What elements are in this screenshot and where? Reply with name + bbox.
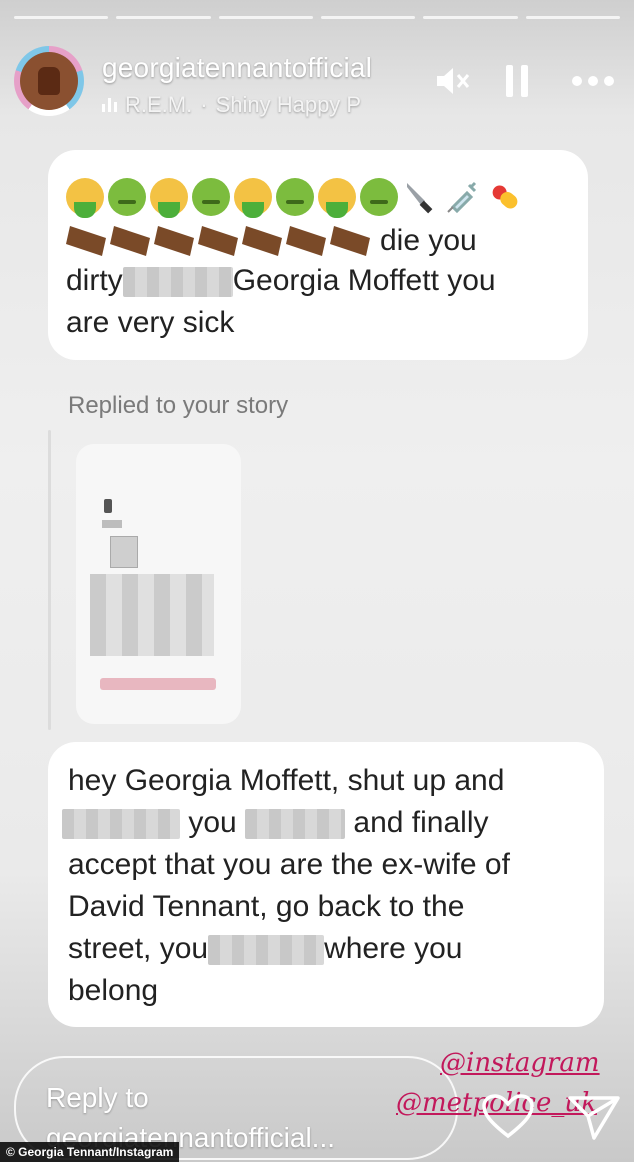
redacted-word: [62, 809, 180, 840]
coffin-emoji-icon: [154, 226, 194, 256]
redacted-word: [208, 935, 325, 966]
mute-button[interactable]: [428, 58, 474, 104]
reply-placeholder-line: Reply to: [46, 1082, 149, 1113]
send-icon[interactable]: [566, 1092, 622, 1142]
message-text: and finally: [353, 806, 489, 839]
message-text: dirty: [66, 264, 123, 297]
phone-icon: [104, 499, 112, 513]
vomit-emoji-icon: [234, 178, 272, 218]
message-line: are very sick: [66, 306, 235, 339]
mention-sticker-instagram[interactable]: @instagram: [440, 1048, 600, 1078]
username[interactable]: georgiatennantofficial: [102, 52, 372, 84]
pause-button[interactable]: [494, 58, 540, 104]
message-text: die you: [380, 224, 477, 257]
message-text: where you: [324, 932, 463, 965]
thumbnail-pink-bar: [100, 678, 216, 690]
quote-divider: [48, 430, 51, 730]
coffin-emoji-icon: [66, 226, 106, 256]
message-line: hey Georgia Moffett, shut up and: [68, 764, 505, 797]
redacted-word: [245, 809, 346, 840]
story-progress: [14, 16, 620, 19]
message-bubble-1: die you dirty Georgia Moffett you are ver…: [48, 150, 588, 360]
vomit-emoji-icon: [318, 178, 356, 218]
thumbnail-blurred-content: [90, 574, 214, 656]
vomit-emoji-icon: [66, 178, 104, 218]
replied-to-story-label: Replied to your story: [68, 392, 289, 419]
thumbnail-detail: [110, 536, 138, 568]
syringe-emoji-icon: [444, 178, 482, 216]
thumbnail-detail: [102, 520, 122, 528]
coffin-emoji-icon: [198, 226, 238, 256]
avatar[interactable]: [14, 46, 84, 116]
message-text: street, you: [68, 932, 209, 965]
pause-icon: [506, 65, 528, 97]
sick-emoji-icon: [108, 178, 146, 216]
image-credit: © Georgia Tennant/Instagram: [0, 1142, 180, 1162]
sick-emoji-icon: [192, 178, 230, 216]
heart-icon[interactable]: [480, 1092, 536, 1142]
message-bubble-2: hey Georgia Moffett, shut up and you and…: [48, 742, 604, 1027]
more-button[interactable]: [570, 58, 616, 104]
emoji-row-1: [66, 178, 524, 218]
more-icon: [572, 76, 614, 86]
message-line: street, you where you: [68, 928, 463, 970]
message-line: dirty Georgia Moffett you: [66, 260, 496, 302]
raised-fist-icon: [38, 67, 60, 95]
message-text: Georgia Moffett you: [232, 264, 496, 297]
music-track: Shiny Happy P: [215, 92, 362, 117]
story-frame: georgiatennantofficial R.E.M. · Shiny Ha…: [0, 0, 634, 1162]
emoji-row-2: die you: [66, 220, 477, 262]
music-artist: R.E.M.: [125, 92, 193, 117]
mute-icon: [437, 68, 470, 94]
coffin-emoji-icon: [242, 226, 282, 256]
message-text: you: [188, 806, 237, 839]
message-line: David Tennant, go back to the: [68, 890, 465, 923]
redacted-word: [122, 267, 233, 298]
coffin-emoji-icon: [330, 226, 370, 256]
coffin-emoji-icon: [110, 226, 150, 256]
music-sticker[interactable]: R.E.M. · Shiny Happy P: [102, 92, 361, 118]
story-thumbnail[interactable]: [76, 444, 241, 724]
message-line: accept that you are the ex-wife of: [68, 848, 510, 881]
sick-emoji-icon: [276, 178, 314, 216]
vomit-emoji-icon: [150, 178, 188, 218]
knife-emoji-icon: [402, 178, 440, 216]
message-line: belong: [68, 974, 159, 1007]
audio-bars-icon: [102, 98, 117, 112]
message-line: you and finally: [62, 802, 489, 844]
pill-emoji-icon: [486, 178, 524, 216]
coffin-emoji-icon: [286, 226, 326, 256]
music-separator: ·: [200, 92, 208, 117]
sick-emoji-icon: [360, 178, 398, 216]
